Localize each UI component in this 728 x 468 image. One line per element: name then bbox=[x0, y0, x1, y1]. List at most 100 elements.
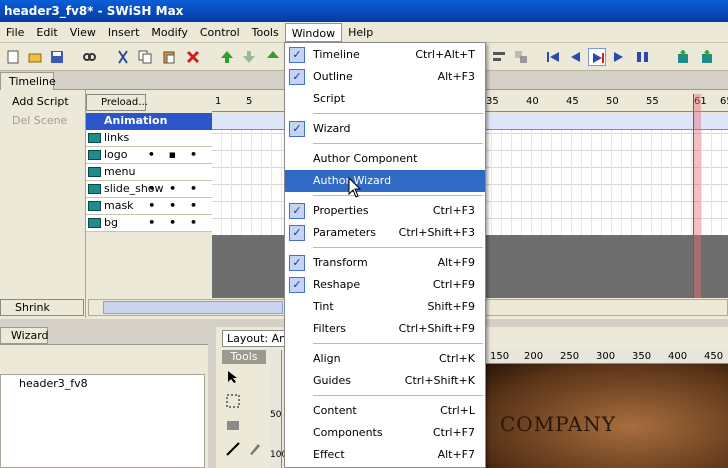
menu-item-properties[interactable]: ✓ Properties Ctrl+F3 bbox=[285, 200, 485, 222]
layer-row[interactable]: logo • ▪ • bbox=[86, 147, 212, 164]
del-scene-label: Del Scene bbox=[12, 114, 68, 127]
layer-icon bbox=[88, 150, 101, 160]
menu-item-content[interactable]: Content Ctrl+L bbox=[285, 400, 485, 422]
marquee-tool-icon[interactable] bbox=[226, 394, 240, 408]
group-icon[interactable] bbox=[512, 48, 530, 66]
hruler-tick: 400 bbox=[668, 351, 688, 362]
menu-item-components[interactable]: Components Ctrl+F7 bbox=[285, 422, 485, 444]
line-tool-icon[interactable] bbox=[226, 442, 240, 456]
insert-text-icon[interactable] bbox=[698, 48, 716, 66]
menu-item-wizard[interactable]: ✓ Wizard bbox=[285, 118, 485, 140]
stage-canvas[interactable]: COMPANY bbox=[484, 364, 728, 468]
menu-item-label: Guides bbox=[313, 374, 352, 387]
check-icon: ✓ bbox=[289, 255, 305, 271]
save-icon[interactable] bbox=[48, 48, 66, 66]
tools-header: Tools bbox=[222, 350, 266, 364]
copy-icon[interactable] bbox=[136, 48, 154, 66]
play-icon[interactable] bbox=[588, 48, 606, 66]
title-bar: header3_fv8* - SWiSH Max bbox=[0, 0, 728, 22]
shrink-button[interactable]: Shrink bbox=[0, 299, 84, 316]
menu-item-reshape[interactable]: ✓ Reshape Ctrl+F9 bbox=[285, 274, 485, 296]
menu-item-filters[interactable]: Filters Ctrl+Shift+F9 bbox=[285, 318, 485, 340]
playhead[interactable] bbox=[693, 94, 701, 298]
vruler-tick: 50 bbox=[270, 410, 282, 420]
menu-item-tint[interactable]: Tint Shift+F9 bbox=[285, 296, 485, 318]
preload-button[interactable]: Preload... bbox=[86, 94, 148, 111]
layer-name: mask bbox=[104, 199, 134, 212]
layer-icon bbox=[88, 184, 101, 194]
menu-item-outline[interactable]: ✓ Outline Alt+F3 bbox=[285, 66, 485, 88]
tree-node[interactable]: header3_fv8 bbox=[19, 377, 88, 390]
find-icon[interactable] bbox=[80, 48, 98, 66]
menu-insert[interactable]: Insert bbox=[102, 23, 146, 42]
menu-item-guides[interactable]: Guides Ctrl+Shift+K bbox=[285, 370, 485, 392]
menu-item-shortcut: Ctrl+F9 bbox=[432, 278, 475, 291]
new-file-icon[interactable] bbox=[4, 48, 22, 66]
menu-edit[interactable]: Edit bbox=[30, 23, 63, 42]
menu-modify[interactable]: Modify bbox=[145, 23, 193, 42]
cut-icon[interactable] bbox=[114, 48, 132, 66]
layer-name: links bbox=[104, 131, 130, 144]
pencil-tool-icon[interactable] bbox=[248, 442, 262, 456]
layer-toggles[interactable]: • • • bbox=[148, 215, 202, 231]
menu-item-label: Components bbox=[313, 426, 383, 439]
menu-control[interactable]: Control bbox=[194, 23, 246, 42]
delete-icon[interactable] bbox=[184, 48, 202, 66]
layer-row[interactable]: bg • • • bbox=[86, 215, 212, 232]
del-scene-button[interactable]: Del Scene bbox=[0, 113, 84, 129]
step-back-icon[interactable] bbox=[566, 48, 584, 66]
select-tool-icon[interactable] bbox=[226, 370, 240, 384]
menu-item-script[interactable]: Script bbox=[285, 88, 485, 110]
tools-palette bbox=[222, 364, 270, 468]
open-folder-icon[interactable] bbox=[26, 48, 44, 66]
layer-row[interactable]: menu bbox=[86, 164, 212, 181]
ruler-tick: 1 bbox=[215, 96, 222, 107]
layer-toggles[interactable]: • ▪ • bbox=[148, 147, 202, 163]
step-forward-icon[interactable] bbox=[610, 48, 628, 66]
menu-item-shortcut: Ctrl+Shift+K bbox=[404, 374, 475, 387]
menu-tools[interactable]: Tools bbox=[246, 23, 285, 42]
add-script-button[interactable]: Add Script bbox=[0, 94, 84, 110]
paste-icon[interactable] bbox=[160, 48, 178, 66]
layer-row[interactable]: links bbox=[86, 130, 212, 147]
layer-icon bbox=[88, 201, 101, 211]
menu-item-author-wizard[interactable]: Author Wizard bbox=[285, 170, 485, 192]
tab-layout[interactable]: Layout: An bbox=[222, 330, 286, 347]
move-up-icon[interactable] bbox=[218, 48, 236, 66]
check-icon: ✓ bbox=[289, 225, 305, 241]
menu-item-align[interactable]: Align Ctrl+K bbox=[285, 348, 485, 370]
menu-item-parameters[interactable]: ✓ Parameters Ctrl+Shift+F3 bbox=[285, 222, 485, 244]
menu-item-author-component[interactable]: Author Component bbox=[285, 148, 485, 170]
menu-item-shortcut: Alt+F9 bbox=[437, 256, 475, 269]
scene-row[interactable]: Animation bbox=[86, 113, 212, 130]
layer-row[interactable]: mask • • • bbox=[86, 198, 212, 215]
move-down-icon[interactable] bbox=[240, 48, 258, 66]
layer-row[interactable]: slide_show • • • bbox=[86, 181, 212, 198]
menu-item-label: Wizard bbox=[313, 122, 351, 135]
tab-wizard[interactable]: Wizard bbox=[0, 327, 49, 344]
menu-item-timeline[interactable]: ✓ Timeline Ctrl+Alt+T bbox=[285, 44, 485, 66]
tab-timeline[interactable]: Timeline bbox=[0, 72, 56, 90]
menu-item-transform[interactable]: ✓ Transform Alt+F9 bbox=[285, 252, 485, 274]
layer-toggles[interactable]: • • • bbox=[148, 181, 202, 197]
scrollbar-thumb[interactable] bbox=[103, 301, 283, 314]
menu-help[interactable]: Help bbox=[342, 23, 379, 42]
menu-item-label: Content bbox=[313, 404, 357, 417]
menu-window[interactable]: Window bbox=[284, 22, 343, 42]
layer-icon bbox=[88, 218, 101, 228]
wizard-tree[interactable]: header3_fv8 bbox=[0, 374, 205, 468]
layer-toggles[interactable]: • • • bbox=[148, 198, 202, 214]
stop-icon[interactable] bbox=[634, 48, 652, 66]
bring-forward-icon[interactable] bbox=[264, 48, 282, 66]
align-icon[interactable] bbox=[490, 48, 508, 66]
ruler-tick: 65 bbox=[720, 96, 728, 107]
menu-item-label: Align bbox=[313, 352, 341, 365]
menu-file[interactable]: File bbox=[0, 23, 30, 42]
menu-separator bbox=[313, 395, 483, 396]
add-scene-icon[interactable] bbox=[674, 48, 692, 66]
fill-tool-icon[interactable] bbox=[226, 418, 240, 432]
menu-item-effect[interactable]: Effect Alt+F7 bbox=[285, 444, 485, 466]
rewind-icon[interactable] bbox=[544, 48, 562, 66]
menu-view[interactable]: View bbox=[64, 23, 102, 42]
ruler-tick: 55 bbox=[646, 96, 659, 107]
